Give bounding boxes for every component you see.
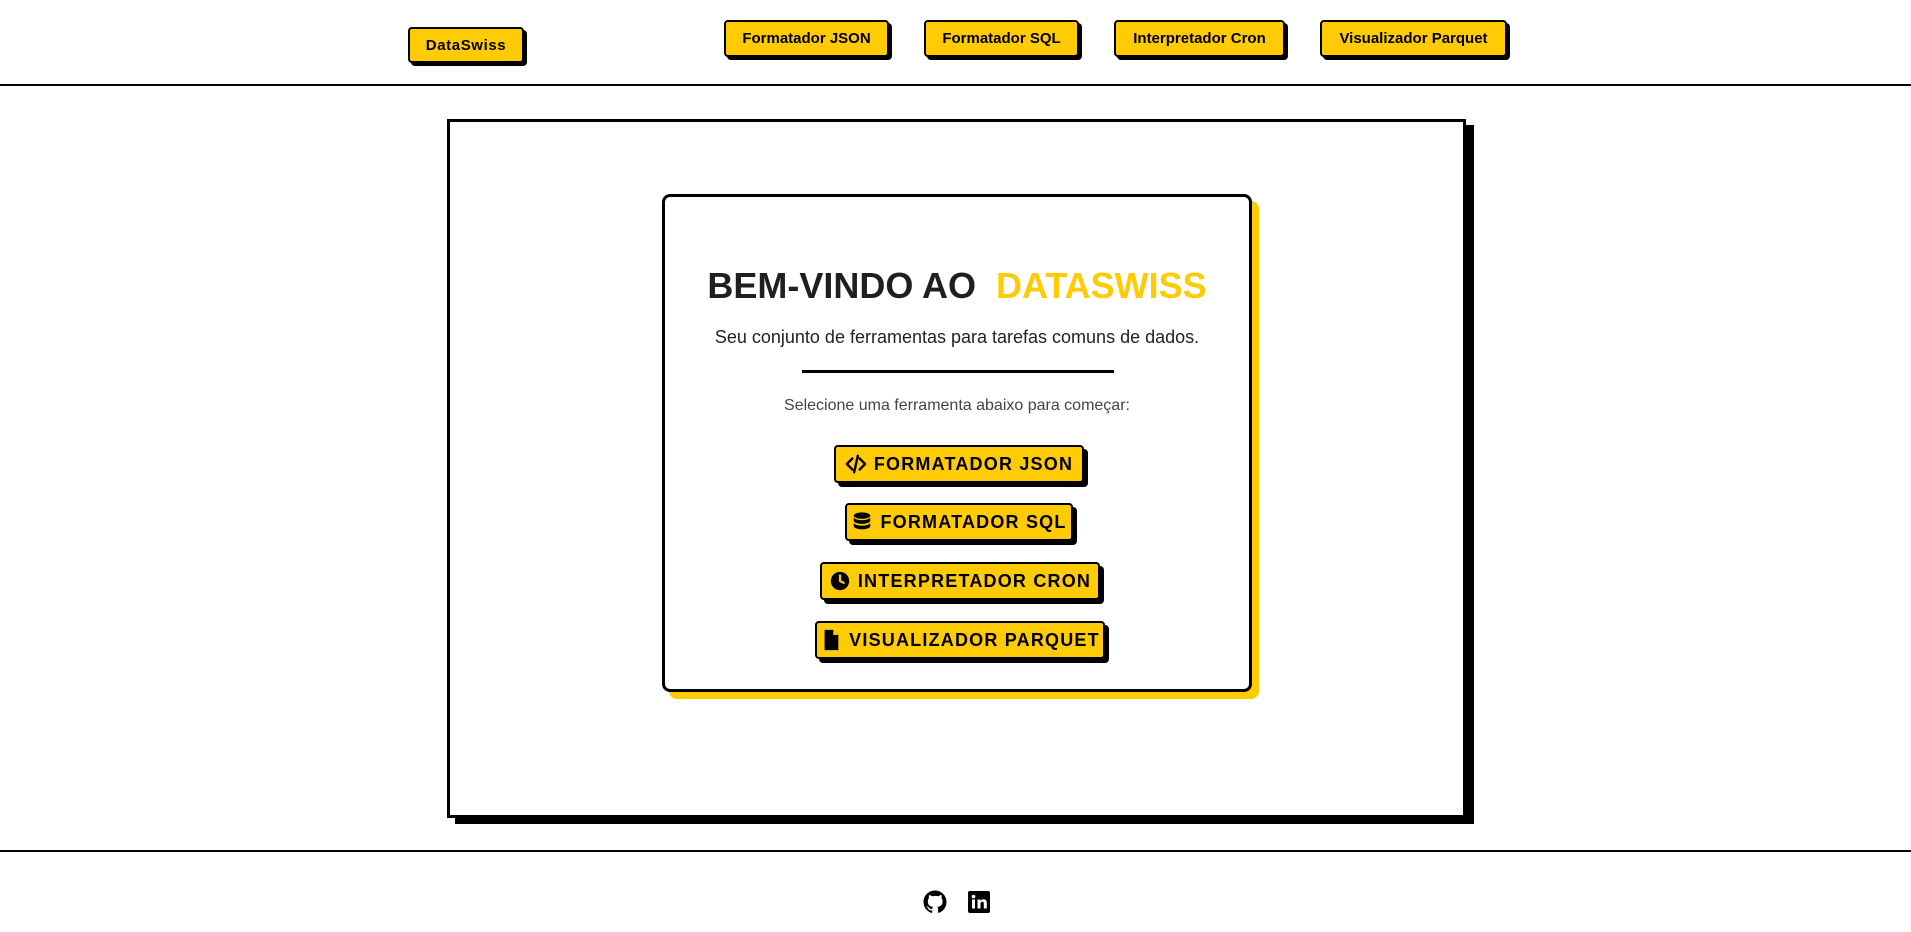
welcome-title-brand: DATASWISS bbox=[996, 265, 1207, 306]
welcome-subtitle: Seu conjunto de ferramentas para tarefas… bbox=[714, 327, 1200, 347]
code-icon bbox=[845, 453, 867, 475]
tool-button-sql[interactable]: FORMATADOR SQL bbox=[845, 503, 1073, 541]
tool-button-label: VISUALIZADOR PARQUET bbox=[849, 629, 1100, 650]
github-icon[interactable] bbox=[923, 890, 947, 914]
clock-icon bbox=[829, 570, 851, 592]
divider bbox=[802, 370, 1114, 373]
tool-button-label: FORMATADOR SQL bbox=[880, 511, 1067, 532]
database-icon bbox=[851, 511, 873, 533]
tool-button-parquet[interactable]: VISUALIZADOR PARQUET bbox=[815, 621, 1105, 659]
tool-button-cron[interactable]: INTERPRETADOR CRON bbox=[820, 562, 1100, 600]
tool-button-label: INTERPRETADOR CRON bbox=[857, 570, 1092, 591]
nav-sql-formatter[interactable]: Formatador SQL bbox=[924, 20, 1079, 57]
brand-button[interactable]: DataSwiss bbox=[408, 27, 524, 63]
file-icon bbox=[820, 629, 842, 651]
nav-parquet-viewer[interactable]: Visualizador Parquet bbox=[1320, 20, 1507, 57]
welcome-card: BEM-VINDO AO DATASWISS Seu conjunto de fe… bbox=[662, 194, 1252, 692]
top-nav: DataSwiss Formatador JSON Formatador SQL… bbox=[0, 0, 1911, 86]
tool-button-label: FORMATADOR JSON bbox=[873, 453, 1074, 474]
nav-cron-interpreter[interactable]: Interpretador Cron bbox=[1114, 20, 1285, 57]
nav-json-formatter[interactable]: Formatador JSON bbox=[724, 20, 889, 57]
tool-button-json[interactable]: FORMATADOR JSON bbox=[834, 445, 1084, 483]
linkedin-icon[interactable] bbox=[967, 890, 991, 914]
tool-prompt: Selecione uma ferramenta abaixo para com… bbox=[784, 397, 1130, 414]
footer-divider bbox=[0, 850, 1911, 852]
welcome-title-main: BEM-VINDO AO bbox=[707, 265, 976, 306]
welcome-title: BEM-VINDO AO DATASWISS bbox=[665, 265, 1249, 307]
